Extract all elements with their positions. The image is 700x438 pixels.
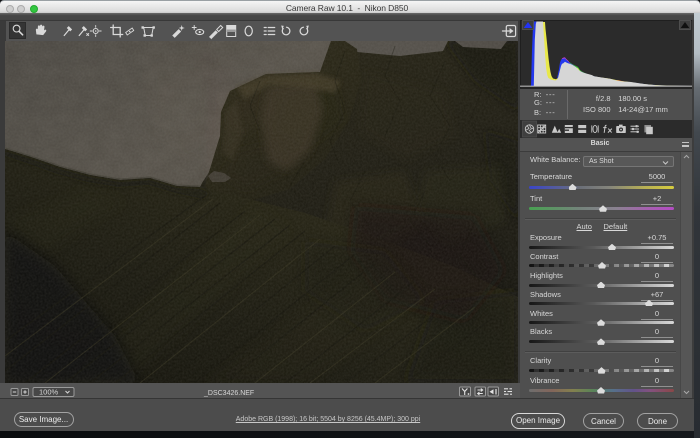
svg-text:_DSC3426.NEF: _DSC3426.NEF: [203, 390, 254, 397]
svg-text:100%: 100%: [39, 388, 59, 397]
